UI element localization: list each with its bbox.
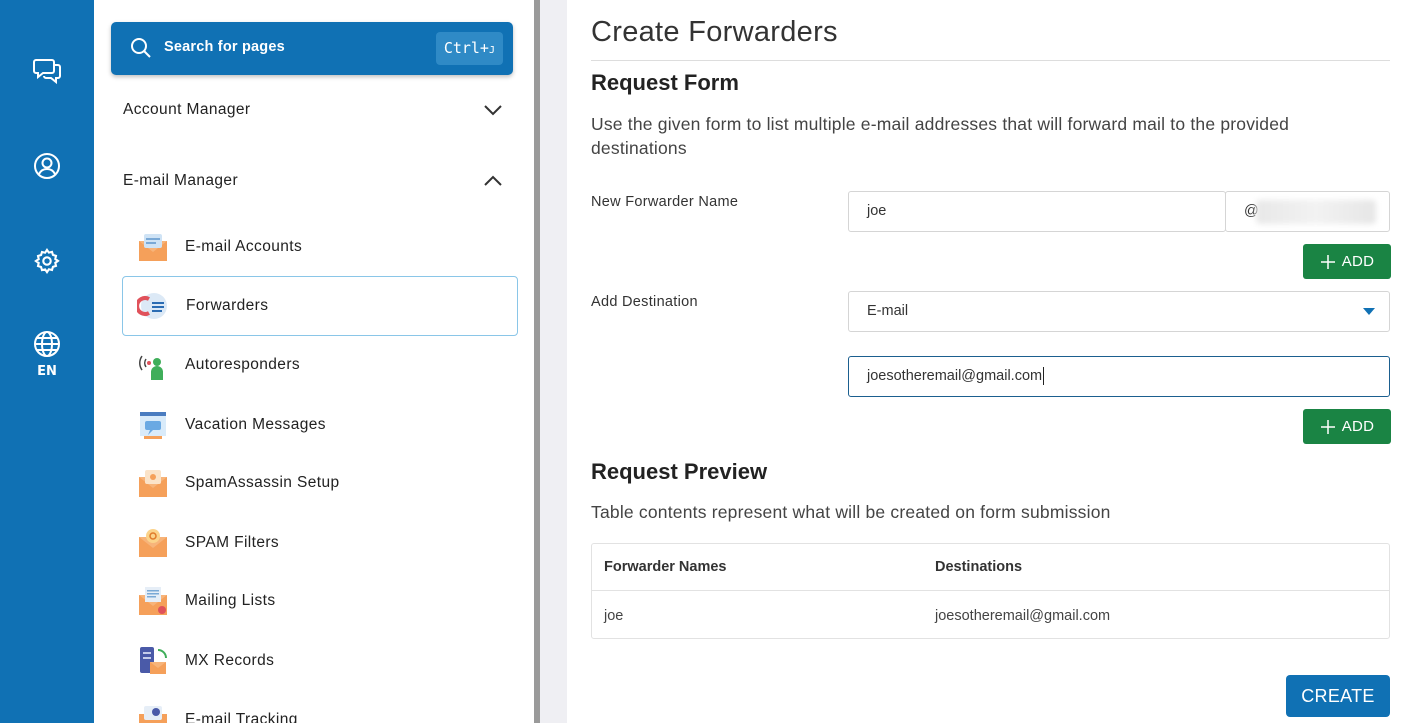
group-label: Account Manager <box>123 101 251 118</box>
request-preview-heading: Request Preview <box>591 459 768 484</box>
column-header-forwarder-names: Forwarder Names <box>604 559 727 575</box>
gutter <box>540 0 567 723</box>
page-title: Create Forwarders <box>591 16 838 48</box>
profile-button[interactable] <box>0 152 94 180</box>
column-header-destinations: Destinations <box>935 559 1023 575</box>
search-label: Search for pages <box>164 39 285 55</box>
sidebar-item-email-accounts[interactable]: E-mail Accounts <box>122 217 518 277</box>
language-button[interactable]: EN <box>0 330 94 379</box>
caret-down-icon <box>1363 308 1375 315</box>
sidebar-item-label: SPAM Filters <box>185 534 280 551</box>
domain-value-redacted <box>1256 200 1376 224</box>
text-caret <box>1043 367 1045 386</box>
sidebar-item-label: E-mail Accounts <box>185 238 303 255</box>
table-row: joe joesotheremail@gmail.com <box>592 592 1389 639</box>
settings-button[interactable] <box>0 247 94 275</box>
main-content: Create Forwarders Request Form Use the g… <box>567 0 1410 723</box>
search-pages-button[interactable]: Search for pages Ctrl+J <box>111 22 513 75</box>
sidebar-item-vacation-messages[interactable]: Vacation Messages <box>122 395 518 455</box>
destination-email-input[interactable]: joesotheremail@gmail.com <box>848 356 1390 397</box>
table-header-row: Forwarder Names Destinations <box>592 544 1389 591</box>
forwarder-name-value: joe <box>867 203 887 219</box>
vacation-messages-icon <box>136 408 170 442</box>
add-destination-button[interactable]: ADD <box>1303 409 1391 444</box>
destination-label: Add Destination <box>591 294 698 310</box>
spamassassin-icon <box>136 466 170 500</box>
shortcut-badge: Ctrl+J <box>435 32 503 65</box>
mx-records-icon <box>136 644 170 678</box>
sidebar-item-spam-filters[interactable]: SPAM Filters <box>122 513 518 573</box>
chevron-up-icon <box>484 175 502 186</box>
group-email-manager[interactable]: E-mail Manager <box>123 161 503 201</box>
group-account-manager[interactable]: Account Manager <box>123 90 503 130</box>
sidebar-item-spamassassin-setup[interactable]: SpamAssassin Setup <box>122 453 518 513</box>
group-label: E-mail Manager <box>123 172 239 189</box>
search-icon <box>131 38 151 58</box>
request-form-description: Use the given form to list multiple e-ma… <box>591 114 1290 158</box>
domain-select[interactable]: @ <box>1225 191 1390 232</box>
forwarder-name-input[interactable]: joe <box>848 191 1226 232</box>
add-label: ADD <box>1341 253 1375 270</box>
sidebar-item-label: Forwarders <box>186 297 269 314</box>
email-accounts-icon <box>136 230 170 264</box>
sidebar-item-label: E-mail Tracking <box>185 711 298 723</box>
spam-filters-icon <box>136 526 170 560</box>
add-forwarder-button[interactable]: ADD <box>1303 244 1391 279</box>
sidebar-item-label: SpamAssassin Setup <box>185 474 340 491</box>
preview-table: Forwarder Names Destinations joe joesoth… <box>591 543 1390 639</box>
sidebar-item-email-tracking[interactable]: E-mail Tracking <box>122 690 518 723</box>
forwarder-name-label: New Forwarder Name <box>591 194 739 210</box>
forwarders-icon <box>135 289 171 323</box>
create-button[interactable]: CREATE <box>1286 675 1390 717</box>
sidebar-item-forwarders[interactable]: Forwarders <box>122 276 518 336</box>
gear-icon <box>34 248 60 274</box>
cell-destination: joesotheremail@gmail.com <box>935 607 1111 624</box>
request-preview-description: Table contents represent what will be cr… <box>591 502 1111 522</box>
language-label: EN <box>37 364 57 379</box>
shortcut-key: J <box>488 45 495 56</box>
plus-icon <box>1320 254 1335 269</box>
autoresponders-icon <box>136 348 170 382</box>
plus-icon <box>1320 419 1335 434</box>
email-tracking-icon <box>136 703 170 723</box>
mailing-lists-icon <box>136 584 170 618</box>
destination-email-value: joesotheremail@gmail.com <box>867 368 1043 384</box>
sidebar-item-mx-records[interactable]: MX Records <box>122 631 518 691</box>
sidebar-item-label: Mailing Lists <box>185 592 276 609</box>
chevron-down-icon <box>484 105 502 116</box>
chat-icon <box>33 59 61 85</box>
destination-type-value: E-mail <box>867 303 909 319</box>
sidebar-item-mailing-lists[interactable]: Mailing Lists <box>122 571 518 631</box>
add-label: ADD <box>1341 418 1375 435</box>
request-form-heading: Request Form <box>591 70 739 95</box>
sidebar-item-label: Autoresponders <box>185 356 301 373</box>
sidebar-item-autoresponders[interactable]: Autoresponders <box>122 335 518 395</box>
destination-type-select[interactable]: E-mail <box>848 291 1390 332</box>
globe-icon <box>34 331 60 357</box>
title-divider <box>591 60 1390 61</box>
sidebar: Search for pages Ctrl+J Account Manager … <box>94 0 534 723</box>
shortcut-text: Ctrl+ <box>443 39 489 57</box>
sidebar-item-label: Vacation Messages <box>185 416 326 433</box>
left-rail: EN <box>0 0 94 723</box>
user-icon <box>34 153 60 179</box>
sidebar-item-label: MX Records <box>185 652 275 669</box>
chat-button[interactable] <box>0 55 94 85</box>
cell-forwarder-name: joe <box>604 607 624 624</box>
